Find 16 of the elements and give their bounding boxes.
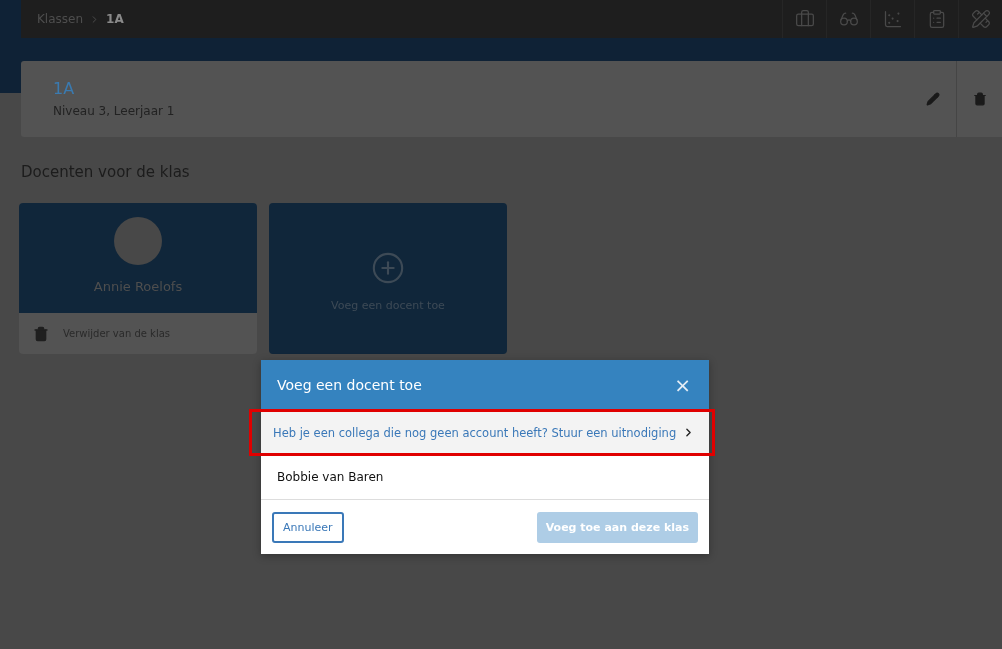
class-title: 1A <box>53 79 76 98</box>
close-button[interactable]: × <box>672 375 693 395</box>
avatar <box>114 217 162 265</box>
briefcase-icon <box>794 9 815 29</box>
pencil-icon <box>926 92 940 106</box>
dialog-title: Voeg een docent toe <box>277 377 422 393</box>
scatter-chart-icon <box>882 9 903 29</box>
pencil-ruler-icon <box>970 9 991 29</box>
teacher-option[interactable]: Bobbie van Baren <box>261 455 709 500</box>
trash-icon <box>972 92 987 106</box>
invite-link[interactable]: Heb je een collega die nog geen account heeft? Stuur een uitnodiging <box>261 410 709 455</box>
teacher-name: Annie Roelofs <box>93 279 183 294</box>
cancel-button[interactable]: Annuleer <box>272 512 344 543</box>
breadcrumb-item: 1A <box>106 12 124 26</box>
trash-icon <box>33 325 49 342</box>
plus-circle-icon <box>371 251 405 285</box>
